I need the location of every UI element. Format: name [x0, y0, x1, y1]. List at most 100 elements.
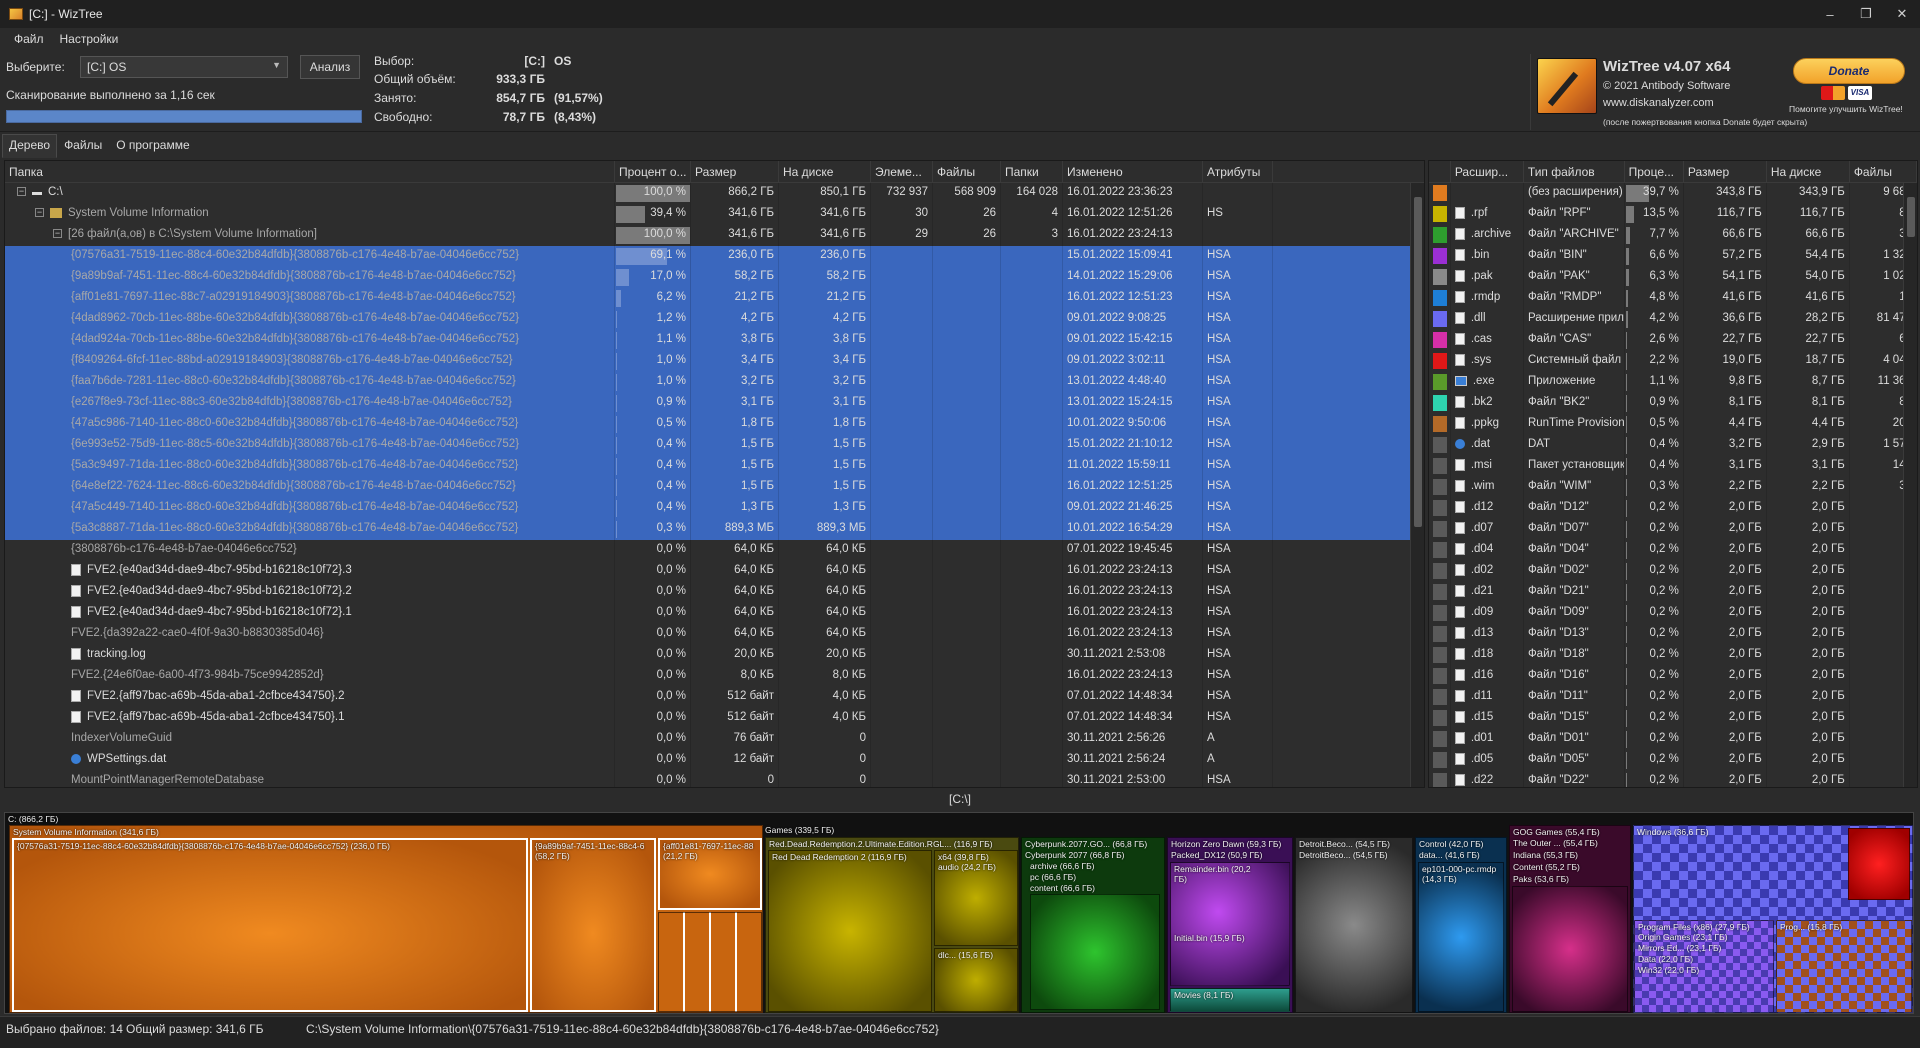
types-col-header[interactable]: Расшир... [1451, 161, 1524, 182]
tm-gog-games[interactable]: GOG Games (55,4 ГБ) The Outer ... (55,4 … [1509, 825, 1631, 1013]
types-row[interactable]: .d18Файл "D18"0,2 %2,0 ГБ2,0 ГБ1 [1429, 645, 1917, 666]
tm-paks-block[interactable] [1512, 886, 1628, 1012]
types-row[interactable]: .bin Файл "BIN" 6,6 % 57,2 ГБ 54,4 ГБ 1 321 [1429, 246, 1917, 267]
types-row[interactable]: .d21Файл "D21"0,2 %2,0 ГБ2,0 ГБ1 [1429, 582, 1917, 603]
tree-row[interactable]: − System Volume Information 39,4 % 341,6 ГБ… [5, 204, 1424, 225]
tree-row[interactable]: IndexerVolumeGuid 0,0 % 76 байт 0 30.11.2021… [5, 729, 1424, 750]
tree-row[interactable]: − [26 файл(а,ов) в C:\System Volume Infor… [5, 225, 1424, 246]
tree-row[interactable]: {faa7b6de-7281-11ec-88c0-60e32b84dfdb}{3… [5, 372, 1424, 393]
tree-row[interactable]: WPSettings.dat 0,0 % 12 байт 0 30.11.2021 2:… [5, 750, 1424, 771]
expand-toggle-icon[interactable]: − [17, 187, 26, 197]
tree-scroll-thumb[interactable] [1414, 197, 1422, 527]
tree-row[interactable]: {5a3c9497-71da-11ec-88c0-60e32b84dfdb}{3… [5, 456, 1424, 477]
types-row[interactable]: .d01Файл "D01"0,2 %2,0 ГБ2,0 ГБ1 [1429, 729, 1917, 750]
minimize-button[interactable]: – [1812, 0, 1848, 28]
tree-row[interactable]: tracking.log 0,0 % 20,0 КБ 20,0 КБ 30.11.202… [5, 645, 1424, 666]
types-row[interactable]: .bk2Файл "BK2"0,9 %8,1 ГБ8,1 ГБ84 [1429, 393, 1917, 414]
types-row[interactable]: .d11Файл "D11"0,2 %2,0 ГБ2,0 ГБ1 [1429, 687, 1917, 708]
types-row[interactable]: .exe Приложение 1,1 % 9,8 ГБ 8,7 ГБ 11 360 [1429, 372, 1917, 393]
tm-windows[interactable]: Windows (36,6 ГБ) Program Files (x86) (2… [1633, 825, 1913, 1013]
types-row[interactable]: .d09Файл "D09"0,2 %2,0 ГБ2,0 ГБ1 [1429, 603, 1917, 624]
tree-row[interactable]: {07576a31-7519-11ec-88c4-60e32b84dfdb}{3… [5, 246, 1424, 267]
types-col-header[interactable]: Проце... [1625, 161, 1684, 182]
tm-hzd-movies[interactable]: Movies (8,1 ГБ) [1170, 988, 1290, 1012]
tm-control[interactable]: Control (42,0 ГБ) data... (41,6 ГБ) ep10… [1415, 837, 1507, 1013]
tm-program-files-x86[interactable]: Program Files (x86) (27,9 ГБ) Origin Gam… [1634, 920, 1774, 1012]
tree-row[interactable]: FVE2.{aff97bac-a69b-45da-aba1-2cfbce4347… [5, 708, 1424, 729]
types-row[interactable]: .rmdpФайл "RMDP"4,8 %41,6 ГБ41,6 ГБ18 [1429, 288, 1917, 309]
tm-rdr-inner[interactable]: Red Dead Redemption 2 (116,9 ГБ) [768, 850, 932, 1012]
tab-tree[interactable]: Дерево [2, 134, 58, 158]
tm-svi-second-file[interactable]: {9a89b9af-7451-11ec-88c4-6 (58,2 ГБ) [530, 838, 656, 1012]
tab-about[interactable]: О программе [109, 134, 196, 158]
drive-select[interactable]: [C:] OS ▼ [80, 56, 288, 78]
types-row[interactable]: .d22Файл "D22"0,2 %2,0 ГБ2,0 ГБ1 [1429, 771, 1917, 787]
tree-col-header[interactable]: Файлы [933, 161, 1001, 182]
tm-rdr2[interactable]: Red.Dead.Redemption.2.Ultimate.Edition.R… [765, 837, 1019, 1013]
tree-row[interactable]: {47a5c986-7140-11ec-88c0-60e32b84dfdb}{3… [5, 414, 1424, 435]
tree-col-header[interactable]: Элеме... [871, 161, 933, 182]
types-row[interactable]: .dll Расширение приложения 4,2 % 36,6 ГБ28,… [1429, 309, 1917, 330]
expand-toggle-icon[interactable]: − [35, 208, 44, 218]
tree-col-header[interactable]: Атрибуты [1203, 161, 1273, 182]
tree-row[interactable]: FVE2.{e40ad34d-dae9-4bc7-95bd-b16218c10f… [5, 561, 1424, 582]
tree-col-header[interactable]: Процент о... [615, 161, 691, 182]
types-col-header[interactable]: Тип файлов [1524, 161, 1625, 182]
types-row[interactable]: (без расширения) 39,7 % 343,8 ГБ 343,9 ГБ 9 … [1429, 183, 1917, 204]
tm-svi-third-file[interactable]: {aff01e81-7697-11ec-88 (21,2 ГБ) [658, 838, 762, 910]
types-col-header[interactable]: Файлы [1850, 161, 1917, 182]
types-row[interactable]: .wimФайл "WIM"0,3 %2,2 ГБ2,2 ГБ30 [1429, 477, 1917, 498]
tree-row[interactable]: {9a89b9af-7451-11ec-88c4-60e32b84dfdb}{3… [5, 267, 1424, 288]
tm-detroit[interactable]: Detroit.Beco... (54,5 ГБ) DetroitBeco...… [1295, 837, 1413, 1013]
types-row[interactable]: .d12Файл "D12"0,2 %2,0 ГБ2,0 ГБ1 [1429, 498, 1917, 519]
types-row[interactable]: .d07Файл "D07"0,2 %2,0 ГБ2,0 ГБ1 [1429, 519, 1917, 540]
analyze-button[interactable]: Анализ [300, 55, 360, 79]
tree-col-header[interactable]: Изменено [1063, 161, 1203, 182]
tree-col-header[interactable]: Папка [5, 161, 615, 182]
tm-system-volume-information[interactable]: System Volume Information (341,6 ГБ) {07… [9, 825, 763, 1013]
types-row[interactable]: .ppkg RunTime Provisioning Package 0,5 % 4,… [1429, 414, 1917, 435]
tm-rdr-dlc[interactable]: dlc... (15,6 ГБ) [934, 948, 1018, 1012]
tm-svi-small-files[interactable] [658, 912, 762, 1012]
tree-row[interactable]: {64e8ef22-7624-11ec-88c6-60e32b84dfdb}{3… [5, 477, 1424, 498]
expand-toggle-icon[interactable]: − [53, 229, 62, 239]
types-scrollbar[interactable] [1903, 183, 1917, 787]
treemap[interactable]: C: (866,2 ГБ) System Volume Information … [4, 812, 1914, 1014]
tm-program-files[interactable]: Prog... (15,8 ГБ) [1776, 920, 1912, 1012]
tree-row[interactable]: − ▬ C:\ 100,0 % 866,2 ГБ 850,1 ГБ 732 937 568 9… [5, 183, 1424, 204]
website-link[interactable]: www.diskanalyzer.com [1603, 97, 1714, 109]
menu-settings[interactable]: Настройки [52, 32, 127, 46]
tree-row[interactable]: {4dad924a-70cb-11ec-88be-60e32b84dfdb}{3… [5, 330, 1424, 351]
types-row[interactable]: .archive Файл "ARCHIVE" 7,7 % 66,6 ГБ 66,6 Г… [1429, 225, 1917, 246]
menu-file[interactable]: Файл [6, 32, 52, 46]
donate-button[interactable]: Donate [1793, 58, 1905, 84]
tab-files[interactable]: Файлы [57, 134, 109, 158]
tm-windows-sys[interactable] [1848, 828, 1910, 900]
tm-cyberpunk[interactable]: Cyberpunk.2077.GO... (66,8 ГБ) Cyberpunk… [1021, 837, 1165, 1013]
types-row[interactable]: .d02Файл "D02"0,2 %2,0 ГБ2,0 ГБ1 [1429, 561, 1917, 582]
tree-col-header[interactable]: Размер [691, 161, 779, 182]
types-col-header[interactable]: Размер [1684, 161, 1767, 182]
tree-row[interactable]: FVE2.{24e6f0ae-6a00-4f73-984b-75ce994285… [5, 666, 1424, 687]
tm-hzd-bins[interactable]: Remainder.bin (20,2 ГБ) Initial.bin (15,… [1170, 862, 1290, 986]
types-row[interactable]: .d16Файл "D16"0,2 %2,0 ГБ2,0 ГБ1 [1429, 666, 1917, 687]
types-row[interactable]: .d05Файл "D05"0,2 %2,0 ГБ2,0 ГБ1 [1429, 750, 1917, 771]
tree-row[interactable]: {6e993e52-75d9-11ec-88c5-60e32b84dfdb}{3… [5, 435, 1424, 456]
types-row[interactable]: .msi Пакет установщика Windows 0,4 % 3,1 ГБ… [1429, 456, 1917, 477]
types-row[interactable]: .d04Файл "D04"0,2 %2,0 ГБ2,0 ГБ1 [1429, 540, 1917, 561]
tree-row[interactable]: FVE2.{da392a22-cae0-4f0f-9a30-b8830385d0… [5, 624, 1424, 645]
tree-row[interactable]: {e267f8e9-73cf-11ec-88c3-60e32b84dfdb}{3… [5, 393, 1424, 414]
tree-row[interactable]: {5a3c8887-71da-11ec-88c0-60e32b84dfdb}{3… [5, 519, 1424, 540]
tm-cp-content-block[interactable] [1030, 894, 1160, 1010]
types-row[interactable]: .dat DAT 0,4 % 3,2 ГБ 2,9 ГБ 1 577 [1429, 435, 1917, 456]
types-col-header[interactable]: На диске [1767, 161, 1850, 182]
tree-scrollbar[interactable] [1410, 183, 1424, 787]
types-row[interactable]: .casФайл "CAS"2,6 %22,7 ГБ22,7 ГБ62 [1429, 330, 1917, 351]
types-row[interactable]: .rpfФайл "RPF"13,5 %116,7 ГБ116,7 ГБ81 [1429, 204, 1917, 225]
tree-col-header[interactable]: На диске [779, 161, 871, 182]
tree-row[interactable]: FVE2.{e40ad34d-dae9-4bc7-95bd-b16218c10f… [5, 582, 1424, 603]
maximize-button[interactable]: ❐ [1848, 0, 1884, 28]
tm-horizon[interactable]: Horizon Zero Dawn (59,3 ГБ) Packed_DX12 … [1167, 837, 1293, 1013]
tm-svi-largest-file[interactable]: {07576a31-7519-11ec-88c4-60e32b84dfdb}{3… [12, 838, 528, 1012]
tree-row[interactable]: {aff01e81-7697-11ec-88c7-a02919184903}{3… [5, 288, 1424, 309]
